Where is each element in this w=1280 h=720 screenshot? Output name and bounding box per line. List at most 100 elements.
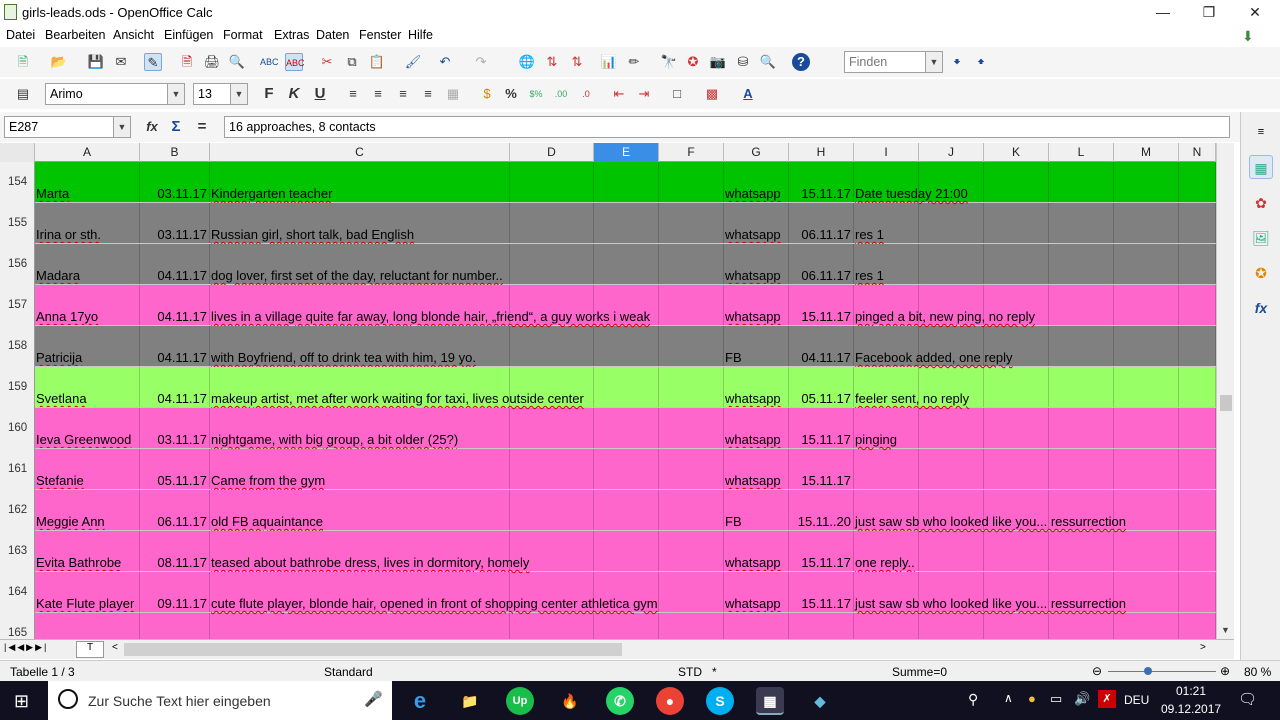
cell-c[interactable]: lives in a village quite far away, long …	[210, 285, 650, 325]
navigator-icon[interactable]: ✪	[684, 53, 702, 71]
cell-m[interactable]	[1114, 244, 1179, 284]
cell-h[interactable]: 06.11.17	[789, 203, 854, 243]
cell-d[interactable]	[510, 449, 594, 489]
cell-i[interactable]: just saw sb who looked like you... ressu…	[854, 490, 1126, 530]
sheet-navigation-icon[interactable]: |◀◀▶▶|	[4, 642, 48, 653]
scrollbar-thumb[interactable]	[1220, 395, 1232, 411]
column-header-a[interactable]: A	[35, 143, 140, 162]
taskbar-search-box[interactable]: Zur Suche Text hier eingeben 🎤	[48, 681, 392, 720]
cell-d[interactable]	[510, 244, 594, 284]
cell-i[interactable]: pinged a bit, new ping, no reply	[854, 285, 1035, 325]
cell-a[interactable]: Patricija	[35, 326, 140, 366]
cell-g[interactable]: FB	[724, 326, 789, 366]
table-row[interactable]: 162 Meggie Ann 06.11.17 old FB aquaintance F…	[0, 490, 1216, 531]
sum-icon[interactable]: Σ	[167, 118, 185, 136]
cell-i[interactable]: just saw sb who looked like you... ressu…	[854, 572, 1126, 612]
zoom-icon[interactable]: 🔍	[759, 53, 777, 71]
cell-a[interactable]: Svetlana	[35, 367, 140, 407]
cell-d[interactable]	[510, 203, 594, 243]
cell-m[interactable]	[1114, 449, 1179, 489]
scroll-down-icon[interactable]: ▼	[1221, 625, 1230, 635]
column-header-k[interactable]: K	[984, 143, 1049, 162]
cell-b[interactable]: 03.11.17	[140, 408, 210, 448]
cell-a[interactable]: Kate Flute player	[35, 572, 140, 612]
cell-h[interactable]: 06.11.17	[789, 244, 854, 284]
upwork-icon[interactable]: Up	[506, 687, 534, 715]
language-indicator[interactable]: DEU	[1124, 693, 1149, 707]
name-box[interactable]: E287 ▼	[4, 116, 131, 138]
find-input[interactable]: Finden ▼	[844, 51, 943, 73]
cell-m[interactable]	[1114, 408, 1179, 448]
spreadsheet-grid[interactable]: A B C D E F G H I J K L M N 154 Marta 03.1…	[0, 143, 1216, 639]
column-header-h[interactable]: H	[789, 143, 854, 162]
cell-h[interactable]: 15.11.17	[789, 285, 854, 325]
autospellcheck-icon[interactable]: ABC	[285, 53, 305, 71]
update-icon[interactable]: ⬇	[1242, 28, 1254, 45]
cell-b[interactable]: 04.11.17	[140, 367, 210, 407]
menu-fenster[interactable]: Fenster	[359, 28, 401, 42]
cell-j[interactable]	[919, 449, 984, 489]
decrease-indent-icon[interactable]: ⇤	[610, 85, 628, 103]
cell-n[interactable]	[1179, 285, 1216, 325]
cell-f[interactable]	[659, 572, 724, 612]
cell-h[interactable]	[789, 613, 854, 639]
styles-icon[interactable]: ▤	[14, 85, 32, 103]
row-header[interactable]: 164	[0, 572, 35, 613]
cell-b[interactable]	[140, 613, 210, 639]
cell-n[interactable]	[1179, 244, 1216, 284]
column-header-e[interactable]: E	[594, 143, 659, 162]
table-row[interactable]: 163 Evita Bathrobe 08.11.17 teased about ba…	[0, 531, 1216, 572]
cell-i[interactable]: feeler sent, no reply	[854, 367, 969, 407]
cell-b[interactable]: 09.11.17	[140, 572, 210, 612]
cell-e[interactable]	[594, 531, 659, 571]
tray-expand-icon[interactable]: ∧	[1004, 691, 1013, 705]
navigator-panel-icon[interactable]: ✪	[1249, 261, 1273, 285]
openoffice-calc-taskbar-icon[interactable]: ▦	[756, 687, 784, 715]
cell-j[interactable]	[919, 408, 984, 448]
cell-g[interactable]: whatsapp	[724, 449, 789, 489]
cell-c[interactable]: Kindergarten teacher	[210, 162, 510, 202]
table-row[interactable]: 159 Svetlana 04.11.17 makeup artist, met af…	[0, 367, 1216, 408]
font-size-box[interactable]: 13 ▼	[193, 83, 248, 105]
redo-icon[interactable]: ↷	[472, 53, 490, 71]
cell-k[interactable]	[984, 408, 1049, 448]
select-all-corner[interactable]	[0, 143, 35, 162]
column-header-l[interactable]: L	[1049, 143, 1114, 162]
cell-a[interactable]: Ieva Greenwood	[35, 408, 140, 448]
find-next-icon[interactable]: 🠻	[948, 53, 966, 71]
cell-l[interactable]	[1049, 613, 1114, 639]
table-row[interactable]: 157 Anna 17yo 04.11.17 lives in a village q…	[0, 285, 1216, 326]
percent-format-icon[interactable]: %	[502, 85, 520, 103]
open-folder-icon[interactable]: 📂	[50, 53, 68, 71]
cell-n[interactable]	[1179, 449, 1216, 489]
properties-icon[interactable]: ▦	[1249, 155, 1273, 179]
sheet-tab-active[interactable]: T	[76, 641, 104, 658]
column-header-b[interactable]: B	[140, 143, 210, 162]
export-pdf-icon[interactable]: 🗎	[178, 53, 196, 71]
cell-g[interactable]: whatsapp	[724, 531, 789, 571]
cell-c[interactable]: Came from the gym	[210, 449, 510, 489]
cell-f[interactable]	[659, 285, 724, 325]
cell-m[interactable]	[1114, 531, 1179, 571]
cell-e[interactable]	[594, 613, 659, 639]
windows-start-icon[interactable]: ⊞	[14, 691, 29, 712]
cell-c[interactable]: cute flute player, blonde hair, opened i…	[210, 572, 658, 612]
cell-j[interactable]	[919, 531, 984, 571]
cell-e[interactable]	[594, 203, 659, 243]
cell-b[interactable]: 03.11.17	[140, 203, 210, 243]
table-row[interactable]: 158 Patricija 04.11.17 with Boyfriend, off …	[0, 326, 1216, 367]
cell-a[interactable]: Meggie Ann	[35, 490, 140, 530]
cell-n[interactable]	[1179, 613, 1216, 639]
underline-icon[interactable]: U	[311, 85, 329, 103]
styles-formatting-icon[interactable]: ✿	[1249, 191, 1273, 215]
data-sources-icon[interactable]: ⛁	[734, 53, 752, 71]
cell-n[interactable]	[1179, 490, 1216, 530]
cell-e[interactable]	[594, 490, 659, 530]
cell-b[interactable]: 06.11.17	[140, 490, 210, 530]
cell-b[interactable]: 04.11.17	[140, 326, 210, 366]
close-button[interactable]: ✕	[1232, 0, 1278, 24]
paste-icon[interactable]: 📋	[368, 53, 386, 71]
cell-h[interactable]: 15.11.17	[789, 531, 854, 571]
save-icon[interactable]: 💾	[87, 53, 105, 71]
cell-l[interactable]	[1049, 244, 1114, 284]
